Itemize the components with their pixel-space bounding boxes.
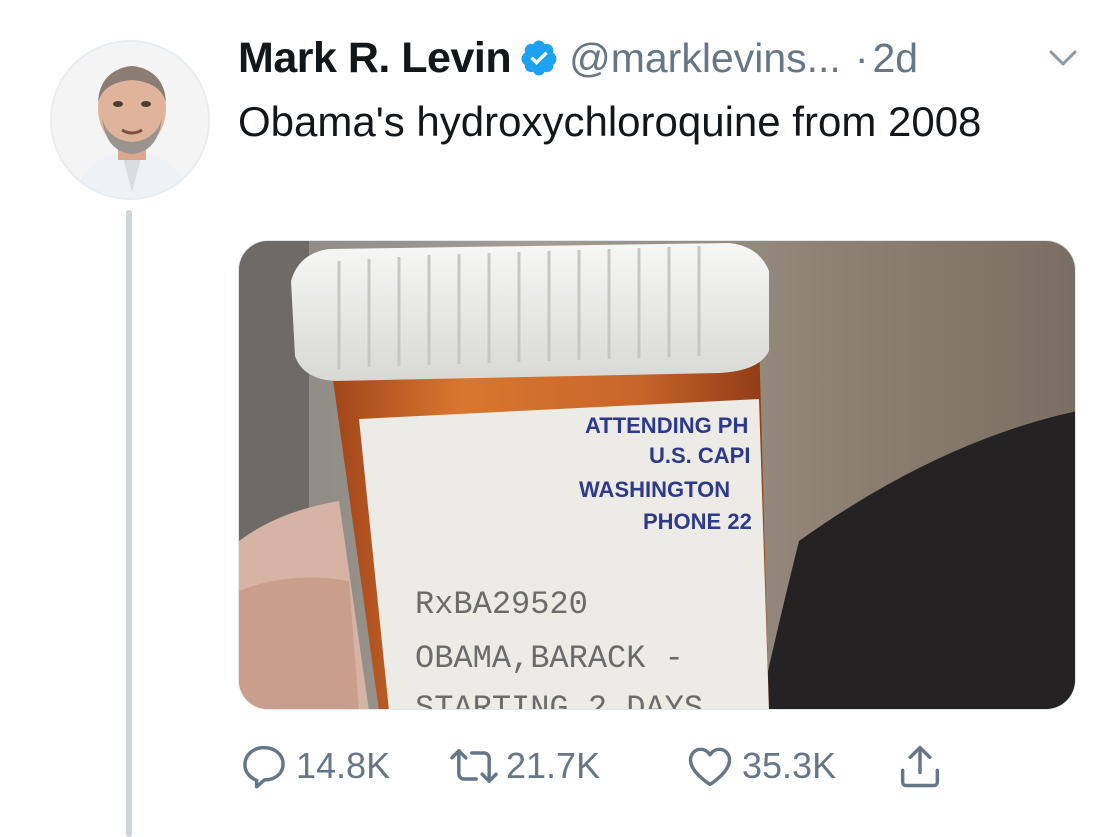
label-line-4: PHONE 22 — [643, 509, 752, 534]
retweet-icon — [448, 740, 500, 792]
separator-dot: · — [854, 34, 869, 81]
share-icon — [894, 740, 946, 792]
retweet-button[interactable]: 21.7K — [448, 738, 600, 794]
reply-button[interactable]: 14.8K — [238, 738, 390, 794]
heart-icon — [684, 740, 736, 792]
tweet-timestamp[interactable]: 2d — [872, 35, 918, 82]
tweet-photo[interactable]: ATTENDING PH U.S. CAPI WASHINGTON PHONE … — [238, 240, 1076, 710]
author-avatar[interactable] — [50, 40, 210, 200]
author-handle[interactable]: @marklevins... — [569, 35, 841, 82]
label-partial-line: STARTING 2 DAYS — [415, 690, 703, 710]
verified-badge-icon — [519, 38, 559, 78]
like-count: 35.3K — [742, 745, 837, 786]
avatar-photo — [52, 42, 208, 198]
reply-icon — [238, 740, 290, 792]
label-line-1: ATTENDING PH — [585, 413, 748, 438]
author-name[interactable]: Mark R. Levin — [238, 34, 512, 83]
tweet-text: Obama's hydroxychloroquine from 2008 — [238, 98, 982, 145]
label-rx-number: RxBA29520 — [415, 586, 588, 623]
retweet-count: 21.7K — [506, 745, 601, 786]
label-patient-name: OBAMA,BARACK - — [415, 640, 684, 677]
label-line-2: U.S. CAPI — [649, 443, 750, 468]
thread-line — [126, 210, 132, 837]
pill-bottle-photo: ATTENDING PH U.S. CAPI WASHINGTON PHONE … — [239, 241, 1075, 710]
reply-count: 14.8K — [296, 745, 391, 786]
label-line-3: WASHINGTON — [579, 477, 730, 502]
tweet-header: Mark R. Levin @marklevins... · 2d — [238, 28, 918, 88]
chevron-down-icon[interactable] — [1045, 40, 1081, 76]
like-button[interactable]: 35.3K — [684, 738, 836, 794]
share-button[interactable] — [894, 738, 946, 794]
